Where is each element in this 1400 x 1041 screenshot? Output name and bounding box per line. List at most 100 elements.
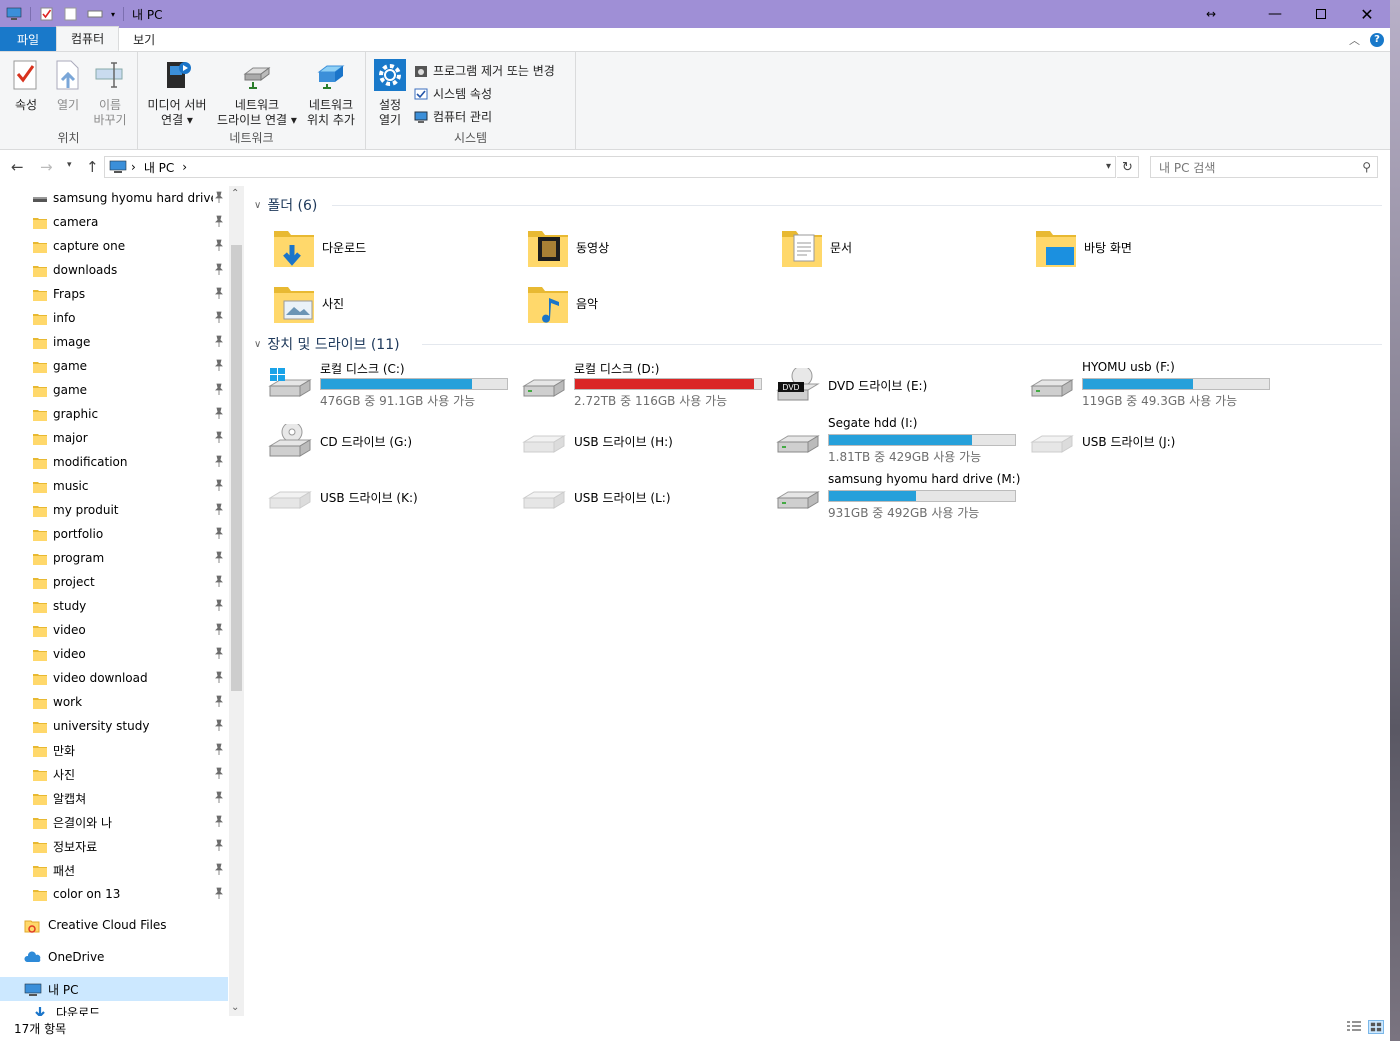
minimize-ribbon-chevron-icon[interactable]: ︿	[1349, 32, 1360, 48]
pin-icon	[214, 263, 224, 275]
search-input[interactable]: 내 PC 검색 ⚲	[1150, 156, 1378, 178]
breadcrumb-chevron-icon[interactable]: ›	[182, 160, 187, 174]
rename-button[interactable]: 이름 바꾸기	[88, 58, 132, 128]
sidebar-item-15[interactable]: program	[0, 546, 228, 570]
folder-tile[interactable]: 음악	[526, 279, 598, 327]
sidebar-item-19[interactable]: video	[0, 642, 228, 666]
maximize-button[interactable]	[1298, 0, 1344, 28]
sidebar-item-6[interactable]: image	[0, 330, 228, 354]
sidebar-item-16[interactable]: project	[0, 570, 228, 594]
drive-tile[interactable]: USB 드라이브 (L:)	[500, 472, 750, 526]
open-settings-button[interactable]: 설정 열기	[372, 58, 408, 128]
sidebar-item-9[interactable]: graphic	[0, 402, 228, 426]
uninstall-program-button[interactable]: 프로그램 제거 또는 변경	[414, 62, 555, 79]
back-arrow-icon[interactable]: ←	[11, 158, 24, 176]
address-bar[interactable]: › 내 PC › ▾	[104, 156, 1116, 178]
sidebar-item-23[interactable]: 만화	[0, 738, 228, 762]
drive-tile[interactable]: HYOMU usb (F:) 119GB 중 49.3GB 사용 가능	[1008, 360, 1270, 414]
sidebar-item-5[interactable]: info	[0, 306, 228, 330]
breadcrumb-separator-icon[interactable]: ›	[131, 160, 136, 174]
sidebar-item-11[interactable]: modification	[0, 450, 228, 474]
drive-tile[interactable]: 로컬 디스크 (C:) 476GB 중 91.1GB 사용 가능	[246, 360, 508, 414]
details-view-icon[interactable]	[1346, 1020, 1362, 1034]
map-network-drive-button[interactable]: 네트워크 드라이브 연결 ▾	[212, 58, 302, 128]
drive-tile[interactable]: USB 드라이브 (H:)	[500, 416, 750, 470]
sidebar-item-27[interactable]: 정보자료	[0, 834, 228, 858]
sidebar-item-onedrive[interactable]: OneDrive	[0, 945, 228, 969]
breadcrumb-this-pc[interactable]: 내 PC	[144, 159, 174, 176]
folder-tile[interactable]: 문서	[780, 223, 852, 271]
scroll-down-arrow-icon[interactable]: ⌄	[231, 1002, 239, 1013]
add-network-location-button[interactable]: 네트워크 위치 추가	[302, 58, 360, 128]
drive-tile[interactable]: CD 드라이브 (G:)	[246, 416, 496, 470]
recent-locations-chevron-icon[interactable]: ▾	[67, 160, 72, 170]
minimize-button[interactable]: —	[1252, 0, 1298, 28]
pin-icon	[214, 239, 224, 251]
new-folder-icon[interactable]	[63, 7, 79, 21]
connect-media-server-button[interactable]: 미디어 서버 연결 ▾	[144, 58, 210, 128]
drives-section-header[interactable]: ∨ 장치 및 드라이브 (11)	[254, 334, 400, 354]
large-icons-view-icon[interactable]	[1368, 1020, 1384, 1034]
drive-tile[interactable]: Segate hdd (I:) 1.81TB 중 429GB 사용 가능	[754, 416, 1016, 470]
folders-section-header[interactable]: ∨ 폴더 (6)	[254, 195, 317, 215]
search-icon[interactable]: ⚲	[1362, 160, 1371, 174]
sidebar-item-8[interactable]: game	[0, 378, 228, 402]
scroll-up-arrow-icon[interactable]: ⌃	[231, 188, 239, 199]
sidebar-item-18[interactable]: video	[0, 618, 228, 642]
sidebar-item-26[interactable]: 은결이와 나	[0, 810, 228, 834]
tab-view[interactable]: 보기	[119, 27, 169, 51]
close-button[interactable]: ✕	[1344, 0, 1390, 28]
refresh-button[interactable]: ↻	[1117, 156, 1139, 178]
drive-tile[interactable]: DVD DVD 드라이브 (E:)	[754, 360, 1004, 414]
sidebar-item-17[interactable]: study	[0, 594, 228, 618]
rename-icon[interactable]	[87, 7, 103, 21]
sidebar-item-4[interactable]: Fraps	[0, 282, 228, 306]
sidebar-item-7[interactable]: game	[0, 354, 228, 378]
sidebar-item-creative-cloud[interactable]: Creative Cloud Files	[0, 913, 228, 937]
sidebar-item-downloads[interactable]: 다운로드	[0, 1000, 228, 1016]
collapse-chevron-icon[interactable]: ∨	[254, 339, 261, 350]
help-icon[interactable]: ?	[1370, 33, 1384, 47]
sidebar-item-1[interactable]: camera	[0, 210, 228, 234]
drive-tile[interactable]: samsung hyomu hard drive (M:) 931GB 중 492…	[754, 472, 1020, 526]
this-pc-icon[interactable]	[6, 7, 22, 21]
collapse-chevron-icon[interactable]: ∨	[254, 200, 261, 211]
drive-tile[interactable]: USB 드라이브 (J:)	[1008, 416, 1258, 470]
system-properties-button[interactable]: 시스템 속성	[414, 85, 492, 102]
forward-arrow-icon[interactable]: →	[40, 158, 53, 176]
tab-computer[interactable]: 컴퓨터	[56, 26, 120, 51]
tab-file[interactable]: 파일	[0, 27, 56, 51]
customize-qat-chevron-icon[interactable]: ▾	[111, 10, 115, 19]
sidebar-item-12[interactable]: music	[0, 474, 228, 498]
sidebar-item-3[interactable]: downloads	[0, 258, 228, 282]
sidebar-item-22[interactable]: university study	[0, 714, 228, 738]
music-folder-icon	[526, 279, 570, 327]
sidebar-item-0[interactable]: samsung hyomu hard drive (M	[0, 186, 228, 210]
properties-button[interactable]: 속성	[6, 58, 46, 113]
properties-icon[interactable]	[39, 7, 55, 21]
folder-tile[interactable]: 사진	[272, 279, 344, 327]
sidebar-item-10[interactable]: major	[0, 426, 228, 450]
address-dropdown-chevron-icon[interactable]: ▾	[1106, 161, 1111, 172]
sidebar-item-13[interactable]: my produit	[0, 498, 228, 522]
folder-tile[interactable]: 다운로드	[272, 223, 366, 271]
folder-tile[interactable]: 바탕 화면	[1034, 223, 1132, 271]
sidebar-item-2[interactable]: capture one	[0, 234, 228, 258]
sidebar-item-21[interactable]: work	[0, 690, 228, 714]
sidebar-item-28[interactable]: 패션	[0, 858, 228, 882]
drive-tile[interactable]: 로컬 디스크 (D:) 2.72TB 중 116GB 사용 가능	[500, 360, 762, 414]
open-button[interactable]: 열기	[48, 58, 88, 113]
scrollbar-thumb[interactable]	[231, 245, 242, 691]
sidebar-item-29[interactable]: color on 13	[0, 882, 228, 906]
sidebar-item-this-pc[interactable]: 내 PC	[0, 977, 228, 1001]
sidebar-item-25[interactable]: 알캡쳐	[0, 786, 228, 810]
sidebar-item-20[interactable]: video download	[0, 666, 228, 690]
folder-icon	[33, 480, 47, 493]
sidebar-item-14[interactable]: portfolio	[0, 522, 228, 546]
computer-management-button[interactable]: 컴퓨터 관리	[414, 108, 492, 125]
resize-arrows-icon[interactable]: ↔	[1188, 0, 1234, 28]
drive-tile[interactable]: USB 드라이브 (K:)	[246, 472, 496, 526]
up-arrow-icon[interactable]: ↑	[86, 158, 99, 176]
sidebar-item-24[interactable]: 사진	[0, 762, 228, 786]
folder-tile[interactable]: 동영상	[526, 223, 609, 271]
